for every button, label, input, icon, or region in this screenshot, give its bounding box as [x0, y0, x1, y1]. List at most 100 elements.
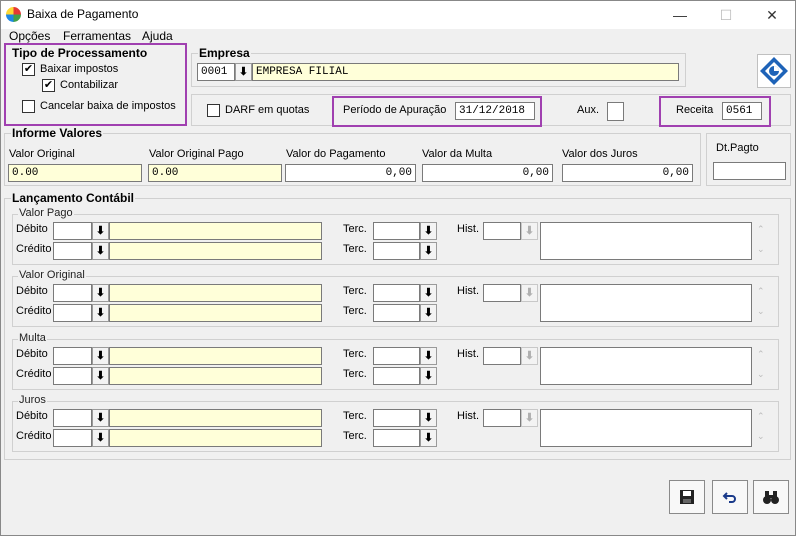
valor-original-credito-account-field[interactable] — [109, 304, 322, 322]
save-button[interactable] — [669, 480, 705, 514]
valor-pago-credito-lookup-button[interactable]: ⬇ — [92, 242, 109, 260]
multa-debito-account-field[interactable] — [109, 347, 322, 365]
valor-juros-field[interactable]: 0,00 — [562, 164, 693, 182]
minimize-button[interactable]: — — [657, 1, 703, 29]
valor-original-credito-terc-lookup-button[interactable]: ⬇ — [420, 304, 437, 322]
valor-pago-scroll-up-icon[interactable]: ⌃ — [757, 224, 765, 235]
valor-pago-scroll-down-icon[interactable]: ⌄ — [757, 244, 765, 255]
valor-pago-credito-terc-lookup-button[interactable]: ⬇ — [420, 242, 437, 260]
multa-credito-account-field[interactable] — [109, 367, 322, 385]
darf-quotas-checkbox[interactable] — [207, 104, 220, 117]
find-button[interactable] — [753, 480, 789, 514]
multa-scroll-down-icon[interactable]: ⌄ — [757, 369, 765, 380]
dtpagto-field[interactable] — [713, 162, 786, 180]
valor-original-pago-field[interactable]: 0.00 — [148, 164, 282, 182]
receita-field[interactable]: 0561 — [722, 102, 762, 120]
valor-original-scroll-up-icon[interactable]: ⌃ — [757, 286, 765, 297]
valor-original-debito-terc-label: Terc. — [343, 285, 367, 297]
valor-pago-debito-terc-lookup-button[interactable]: ⬇ — [420, 222, 437, 240]
juros-debito-lookup-button[interactable]: ⬇ — [92, 409, 109, 427]
baixar-impostos-checkbox[interactable]: ✔ — [22, 63, 35, 76]
empresa-lookup-button[interactable]: ⬇ — [235, 63, 252, 81]
valor-pagamento-field[interactable]: 0,00 — [285, 164, 416, 182]
menu-opcoes[interactable]: Opções — [9, 29, 50, 43]
valor-original-debito-account-field[interactable] — [109, 284, 322, 302]
menu-ajuda[interactable]: Ajuda — [142, 29, 173, 43]
multa-hist-code-field[interactable] — [483, 347, 521, 365]
main-window: Baixa de Pagamento — ☐ ✕ Opções Ferramen… — [0, 0, 796, 536]
menu-ferramentas[interactable]: Ferramentas — [63, 29, 131, 43]
menu-bar: Opções Ferramentas Ajuda — [1, 29, 795, 43]
valor-original-hist-lookup-button[interactable]: ⬇ — [521, 284, 538, 302]
empresa-name-field[interactable]: EMPRESA FILIAL — [252, 63, 679, 81]
valor-original-credito-code-field[interactable] — [53, 304, 92, 322]
multa-credito-code-field[interactable] — [53, 367, 92, 385]
valor-pago-credito-code-field[interactable] — [53, 242, 92, 260]
multa-scroll-up-icon[interactable]: ⌃ — [757, 349, 765, 360]
juros-debito-account-field[interactable] — [109, 409, 322, 427]
informe-valores-label: Informe Valores — [11, 126, 104, 140]
valor-pago-credito-account-field[interactable] — [109, 242, 322, 260]
juros-debito-terc-lookup-button[interactable]: ⬇ — [420, 409, 437, 427]
logo-icon — [760, 57, 788, 85]
juros-credito-code-field[interactable] — [53, 429, 92, 447]
multa-debito-code-field[interactable] — [53, 347, 92, 365]
multa-debito-lookup-button[interactable]: ⬇ — [92, 347, 109, 365]
valor-pago-debito-account-field[interactable] — [109, 222, 322, 240]
cancelar-baixa-checkbox[interactable] — [22, 100, 35, 113]
valor-multa-field[interactable]: 0,00 — [422, 164, 553, 182]
multa-debito-terc-lookup-button[interactable]: ⬇ — [420, 347, 437, 365]
valor-pago-hist-lookup-button[interactable]: ⬇ — [521, 222, 538, 240]
title-bar: Baixa de Pagamento — ☐ ✕ — [1, 1, 795, 29]
juros-scroll-down-icon[interactable]: ⌄ — [757, 431, 765, 442]
undo-icon — [722, 492, 736, 503]
valor-pago-debito-code-field[interactable] — [53, 222, 92, 240]
maximize-button[interactable]: ☐ — [703, 1, 749, 29]
valor-original-debito-code-field[interactable] — [53, 284, 92, 302]
empresa-code-field[interactable]: 0001 — [197, 63, 235, 81]
juros-hist-memo[interactable] — [540, 409, 752, 447]
undo-button[interactable] — [712, 480, 748, 514]
juros-debito-code-field[interactable] — [53, 409, 92, 427]
juros-credito-terc-label: Terc. — [343, 430, 367, 442]
multa-credito-terc-lookup-button[interactable]: ⬇ — [420, 367, 437, 385]
juros-credito-lookup-button[interactable]: ⬇ — [92, 429, 109, 447]
multa-credito-lookup-button[interactable]: ⬇ — [92, 367, 109, 385]
juros-hist-lookup-button[interactable]: ⬇ — [521, 409, 538, 427]
valor-original-credito-terc-field[interactable] — [373, 304, 420, 322]
multa-debito-terc-field[interactable] — [373, 347, 420, 365]
juros-scroll-up-icon[interactable]: ⌃ — [757, 411, 765, 422]
valor-original-hist-code-field[interactable] — [483, 284, 521, 302]
multa-hist-memo[interactable] — [540, 347, 752, 385]
valor-pago-debito-lookup-button[interactable]: ⬇ — [92, 222, 109, 240]
valor-original-credito-lookup-button[interactable]: ⬇ — [92, 304, 109, 322]
periodo-field[interactable]: 31/12/2018 — [455, 102, 535, 120]
valor-original-label: Valor Original — [9, 148, 75, 160]
juros-debito-terc-field[interactable] — [373, 409, 420, 427]
save-icon — [680, 490, 694, 504]
contabilizar-checkbox[interactable]: ✔ — [42, 79, 55, 92]
multa-credito-terc-field[interactable] — [373, 367, 420, 385]
aux-field[interactable] — [607, 102, 624, 121]
valor-original-scroll-down-icon[interactable]: ⌄ — [757, 306, 765, 317]
valor-pago-credito-terc-field[interactable] — [373, 242, 420, 260]
section-valor-original-label: Valor Original — [18, 269, 86, 281]
juros-credito-account-field[interactable] — [109, 429, 322, 447]
valor-pago-debito-terc-field[interactable] — [373, 222, 420, 240]
juros-credito-terc-lookup-button[interactable]: ⬇ — [420, 429, 437, 447]
tipo-processamento-label: Tipo de Processamento — [11, 46, 149, 60]
close-button[interactable]: ✕ — [749, 1, 795, 29]
valor-original-field[interactable]: 0.00 — [8, 164, 142, 182]
multa-hist-lookup-button[interactable]: ⬇ — [521, 347, 538, 365]
valor-pago-hist-memo[interactable] — [540, 222, 752, 260]
valor-original-debito-terc-lookup-button[interactable]: ⬇ — [420, 284, 437, 302]
valor-original-debito-lookup-button[interactable]: ⬇ — [92, 284, 109, 302]
valor-pago-hist-code-field[interactable] — [483, 222, 521, 240]
valor-original-credito-label: Crédito — [16, 305, 52, 317]
juros-credito-terc-field[interactable] — [373, 429, 420, 447]
window-title: Baixa de Pagamento — [27, 7, 139, 21]
valor-original-hist-memo[interactable] — [540, 284, 752, 322]
juros-hist-code-field[interactable] — [483, 409, 521, 427]
lancamento-label: Lançamento Contábil — [11, 191, 136, 205]
valor-original-debito-terc-field[interactable] — [373, 284, 420, 302]
